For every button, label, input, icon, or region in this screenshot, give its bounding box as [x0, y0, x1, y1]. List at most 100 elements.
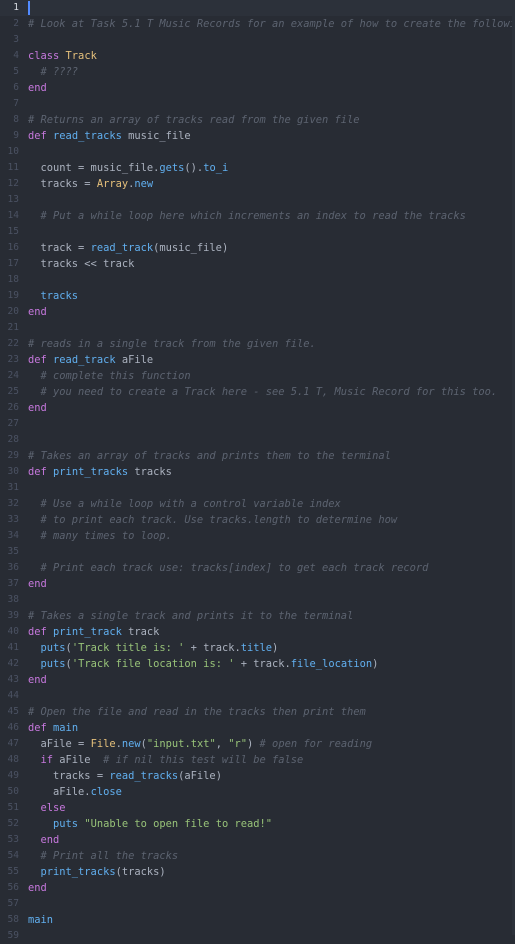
code-line[interactable]: 14 # Put a while loop here which increme…	[0, 208, 515, 224]
token-plain: tracks =	[28, 770, 110, 782]
token-func: puts	[40, 642, 66, 654]
code-text: # many times to loop.	[28, 528, 172, 544]
code-line[interactable]: 45 # Open the file and read in the tracks…	[0, 704, 515, 720]
code-editor[interactable]: 1 2 # Look at Task 5.1 T Music Records for…	[0, 0, 515, 941]
line-number: 38	[7, 594, 19, 605]
token-plain: aFile	[115, 354, 154, 366]
code-text: def print_track track	[28, 624, 159, 640]
code-line[interactable]: 31	[0, 480, 515, 496]
code-line[interactable]: 54 # Print all the tracks	[0, 848, 515, 864]
token-comment: # you need to create a Track here - see …	[40, 386, 498, 398]
token-plain: )	[372, 658, 379, 670]
code-line[interactable]: 56 end	[0, 880, 515, 896]
code-line[interactable]: 37 end	[0, 576, 515, 592]
code-line[interactable]: 30 def print_tracks tracks	[0, 464, 515, 480]
code-line[interactable]: 17 tracks << track	[0, 256, 515, 272]
line-number: 17	[7, 258, 19, 269]
code-line[interactable]: 49 tracks = read_tracks(aFile)	[0, 768, 515, 784]
code-line[interactable]: 19 tracks	[0, 288, 515, 304]
code-line[interactable]: 7	[0, 96, 515, 112]
code-text: track = read_track(music_file)	[28, 240, 229, 256]
code-line[interactable]: 35	[0, 544, 515, 560]
code-text: aFile = File.new("input.txt", "r") # ope…	[28, 736, 373, 752]
code-line[interactable]: 8 # Returns an array of tracks read from …	[0, 112, 515, 128]
code-line[interactable]: 11 count = music_file.gets().to_i	[0, 160, 515, 176]
code-line[interactable]: 42 puts('Track file location is: ' + tra…	[0, 656, 515, 672]
code-line[interactable]: 55 print_tracks(tracks)	[0, 864, 515, 880]
code-line[interactable]: 46 def main	[0, 720, 515, 736]
code-line[interactable]: 18	[0, 272, 515, 288]
code-text: # reads in a single track from the given…	[28, 336, 316, 352]
line-number: 27	[7, 418, 19, 429]
code-line[interactable]: 38	[0, 592, 515, 608]
code-line[interactable]: 10	[0, 144, 515, 160]
code-line[interactable]: 26 end	[0, 400, 515, 416]
code-line[interactable]: 51 else	[0, 800, 515, 816]
code-line[interactable]: 24 # complete this function	[0, 368, 515, 384]
line-number: 36	[7, 562, 19, 573]
code-line[interactable]: 33 # to print each track. Use tracks.len…	[0, 512, 515, 528]
line-number: 59	[7, 930, 19, 941]
line-number: 47	[7, 738, 19, 749]
code-text: # Put a while loop here which increments…	[28, 208, 466, 224]
code-line[interactable]: 15	[0, 224, 515, 240]
code-line[interactable]: 36 # Print each track use: tracks[index]…	[0, 560, 515, 576]
code-line[interactable]: 27	[0, 416, 515, 432]
line-number: 39	[7, 610, 19, 621]
code-line[interactable]: 39 # Takes a single track and prints it t…	[0, 608, 515, 624]
code-line[interactable]: 40 def print_track track	[0, 624, 515, 640]
code-line[interactable]: 23 def read_track aFile	[0, 352, 515, 368]
token-class: Array	[96, 178, 129, 190]
code-line[interactable]: 59	[0, 928, 515, 944]
token-keyword: def	[28, 130, 47, 142]
code-line[interactable]: 20 end	[0, 304, 515, 320]
code-line[interactable]: 4 class Track	[0, 48, 515, 64]
code-line[interactable]: 28	[0, 432, 515, 448]
line-number: 26	[7, 402, 19, 413]
token-method: gets	[159, 162, 185, 174]
code-line[interactable]: 9 def read_tracks music_file	[0, 128, 515, 144]
code-line[interactable]: 25 # you need to create a Track here - s…	[0, 384, 515, 400]
code-line[interactable]: 12 tracks = Array.new	[0, 176, 515, 192]
line-number: 24	[7, 370, 19, 381]
token-string: 'Track file location is: '	[71, 658, 235, 670]
code-line[interactable]: 5 # ????	[0, 64, 515, 80]
token-plain: aFile.	[28, 786, 91, 798]
code-line[interactable]: 58 main	[0, 912, 515, 928]
code-line[interactable]: 13	[0, 192, 515, 208]
code-line[interactable]: 50 aFile.close	[0, 784, 515, 800]
code-text: main	[28, 912, 53, 928]
code-line[interactable]: 21	[0, 320, 515, 336]
code-line[interactable]: 2 # Look at Task 5.1 T Music Records for …	[0, 16, 515, 32]
code-line[interactable]: 1	[0, 0, 515, 16]
code-line[interactable]: 44	[0, 688, 515, 704]
code-line[interactable]: 6 end	[0, 80, 515, 96]
code-text: tracks = Array.new	[28, 176, 154, 192]
code-line[interactable]: 29 # Takes an array of tracks and prints …	[0, 448, 515, 464]
code-line[interactable]: 52 puts "Unable to open file to read!"	[0, 816, 515, 832]
code-line[interactable]: 53 end	[0, 832, 515, 848]
token-comment: # Use a while loop with a control variab…	[40, 498, 341, 510]
code-line[interactable]: 16 track = read_track(music_file)	[0, 240, 515, 256]
code-line[interactable]: 48 if aFile # if nil this test will be f…	[0, 752, 515, 768]
code-line[interactable]: 41 puts('Track title is: ' + track.title…	[0, 640, 515, 656]
token-func: read_track	[53, 354, 116, 366]
token-comment: # Print each track use: tracks[index] to…	[40, 562, 429, 574]
code-line[interactable]: 43 end	[0, 672, 515, 688]
code-line[interactable]: 34 # many times to loop.	[0, 528, 515, 544]
token-keyword: def	[28, 466, 47, 478]
token-comment: # reads in a single track from the given…	[28, 338, 316, 350]
code-line[interactable]: 32 # Use a while loop with a control var…	[0, 496, 515, 512]
code-line[interactable]: 47 aFile = File.new("input.txt", "r") # …	[0, 736, 515, 752]
line-number: 11	[7, 162, 19, 173]
token-string: "input.txt"	[146, 738, 216, 750]
token-comment: # complete this function	[40, 370, 191, 382]
code-line[interactable]: 3	[0, 32, 515, 48]
code-text: # complete this function	[28, 368, 191, 384]
code-line[interactable]: 22 # reads in a single track from the giv…	[0, 336, 515, 352]
code-line[interactable]: 57	[0, 896, 515, 912]
